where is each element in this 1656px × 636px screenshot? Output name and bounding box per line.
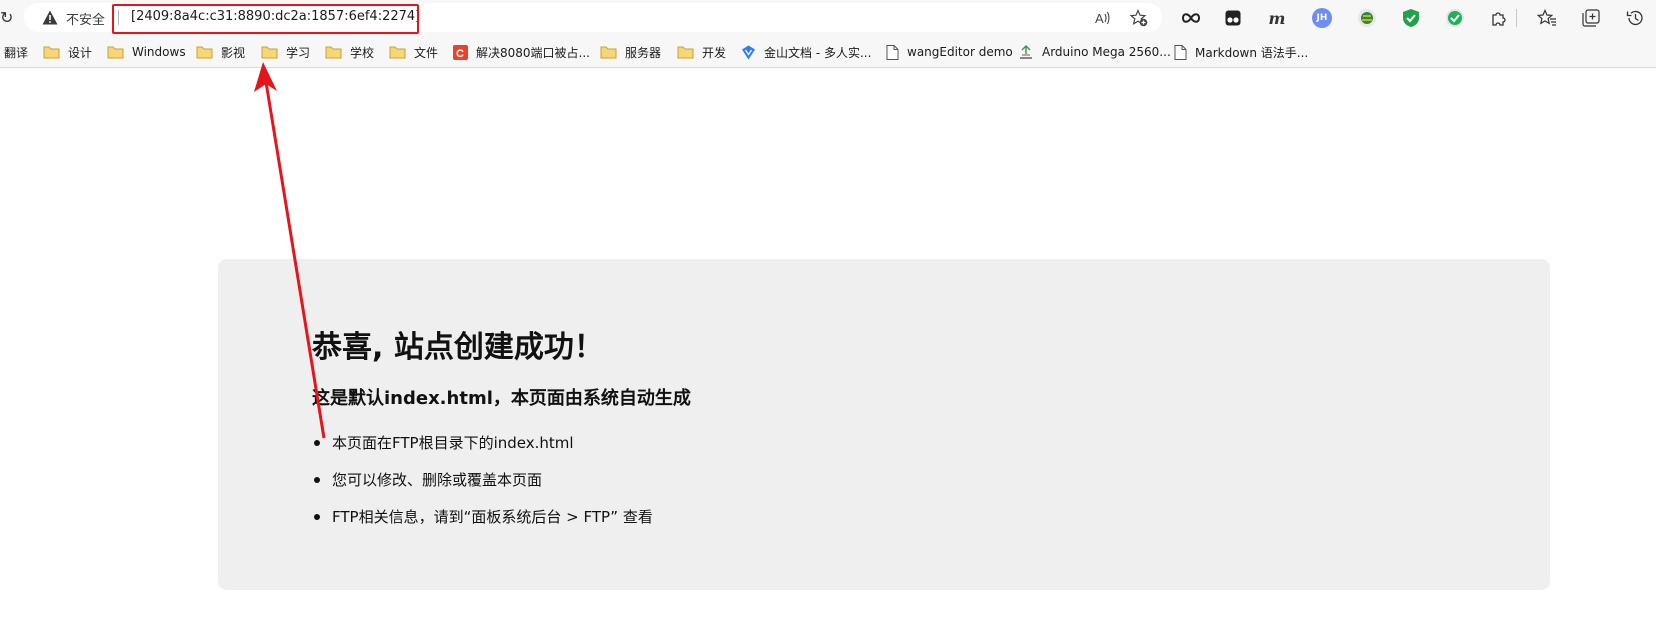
- page-subtitle: 这是默认index.html，本页面由系统自动生成: [312, 388, 691, 409]
- list-item-text: FTP相关信息，请到“面板系统后台 > FTP” 查看: [332, 508, 653, 526]
- bullet-icon: [314, 514, 320, 520]
- bookmark-kdocs[interactable]: 金山文档 - 多人实...: [741, 43, 871, 61]
- m-extension-icon[interactable]: m: [1266, 7, 1288, 29]
- bookmark-label: 文件: [414, 45, 439, 60]
- check-extension-icon[interactable]: [1444, 7, 1466, 29]
- bookmark-label: Markdown 语法手...: [1195, 45, 1309, 60]
- bookmark-label: wangEditor demo: [907, 45, 1013, 59]
- bookmark-label: 影视: [221, 45, 246, 60]
- bookmark-label: Arduino Mega 2560...: [1042, 45, 1171, 59]
- bookmark-folder-windows[interactable]: Windows: [107, 43, 186, 61]
- folder-icon: [677, 46, 694, 59]
- bookmark-label: 学校: [350, 45, 375, 60]
- bookmark-label: Windows: [132, 45, 186, 59]
- bookmark-label: 学习: [286, 45, 311, 60]
- globe-extension-icon[interactable]: [1356, 7, 1378, 29]
- url-highlight-box: [112, 4, 419, 34]
- content-card: 恭喜, 站点创建成功！ 这是默认index.html，本页面由系统自动生成 本页…: [218, 259, 1550, 590]
- folder-icon: [600, 46, 617, 59]
- bookmark-label: 服务器: [625, 45, 662, 60]
- favorites-icon[interactable]: [1536, 7, 1558, 29]
- bookmark-folder-video[interactable]: 影视: [196, 43, 245, 61]
- bookmark-folder-school[interactable]: 学校: [325, 43, 374, 61]
- infinity-extension-icon[interactable]: [1180, 7, 1202, 29]
- folder-icon: [389, 46, 406, 59]
- folder-icon: [325, 46, 342, 59]
- bookmarks-bar: 翻译 设计 Windows 影视 学习 学校 文件 C 解决8080端口被占..…: [0, 36, 1656, 68]
- bookmark-arduino[interactable]: Arduino Mega 2560...: [1018, 43, 1171, 61]
- info-list: 本页面在FTP根目录下的index.html 您可以修改、删除或覆盖本页面 FT…: [312, 433, 653, 544]
- history-icon[interactable]: [1624, 7, 1646, 29]
- tampermonkey-icon[interactable]: [1222, 7, 1244, 29]
- extensions-icon[interactable]: [1488, 7, 1510, 29]
- bookmark-markdown[interactable]: Markdown 语法手...: [1174, 43, 1308, 61]
- bookmark-label: 设计: [68, 45, 93, 60]
- bookmark-label: 翻译: [4, 45, 29, 60]
- list-item-text: 本页面在FTP根目录下的index.html: [332, 434, 574, 452]
- page-icon: [1174, 44, 1187, 60]
- collections-icon[interactable]: [1580, 7, 1602, 29]
- read-aloud-icon[interactable]: A: [1094, 9, 1112, 27]
- folder-icon: [261, 46, 278, 59]
- add-favorite-icon[interactable]: [1130, 9, 1148, 27]
- bookmark-folder-files[interactable]: 文件: [389, 43, 438, 61]
- jh-extension-label: JH: [1316, 13, 1328, 23]
- bookmark-folder-design[interactable]: 设计: [43, 43, 92, 61]
- shield-extension-icon[interactable]: [1400, 7, 1422, 29]
- bookmark-folder-study[interactable]: 学习: [261, 43, 310, 61]
- bookmark-wangeditor[interactable]: wangEditor demo: [886, 43, 1013, 61]
- refresh-icon[interactable]: ↻: [0, 8, 13, 28]
- bookmark-translate[interactable]: 翻译: [4, 43, 28, 61]
- csdn-icon: C: [453, 44, 468, 60]
- bookmark-label: 解决8080端口被占...: [476, 45, 590, 60]
- m-extension-label: m: [1268, 8, 1286, 28]
- bookmark-label: 开发: [702, 45, 727, 60]
- bookmark-label: 金山文档 - 多人实...: [764, 45, 872, 60]
- bullet-icon: [314, 477, 320, 483]
- list-item: FTP相关信息，请到“面板系统后台 > FTP” 查看: [312, 507, 653, 544]
- list-item: 您可以修改、删除或覆盖本页面: [312, 470, 653, 507]
- kdocs-icon: [742, 45, 755, 59]
- bookmark-csdn-port[interactable]: C 解决8080端口被占...: [453, 43, 590, 61]
- list-item-text: 您可以修改、删除或覆盖本页面: [332, 471, 543, 489]
- bookmark-folder-dev[interactable]: 开发: [677, 43, 726, 61]
- toolbar-divider: [1516, 9, 1517, 27]
- page-icon: [886, 44, 899, 60]
- bookmark-folder-server[interactable]: 服务器: [600, 43, 661, 61]
- warning-icon[interactable]: [42, 10, 58, 25]
- page-title: 恭喜, 站点创建成功！: [312, 330, 604, 365]
- list-item: 本页面在FTP根目录下的index.html: [312, 433, 653, 470]
- svg-text:A: A: [1095, 11, 1104, 26]
- address-bar-row: ↻ 不安全 [2409:8a4c:c31:8890:dc2a:1857:6ef4…: [0, 0, 1656, 36]
- jh-extension-icon[interactable]: JH: [1311, 7, 1333, 29]
- folder-icon: [196, 46, 213, 59]
- arduino-icon: [1020, 45, 1032, 59]
- svg-text:C: C: [456, 48, 464, 60]
- folder-icon: [107, 46, 124, 59]
- folder-icon: [43, 46, 60, 59]
- security-label[interactable]: 不安全: [66, 9, 105, 28]
- bullet-icon: [314, 440, 320, 446]
